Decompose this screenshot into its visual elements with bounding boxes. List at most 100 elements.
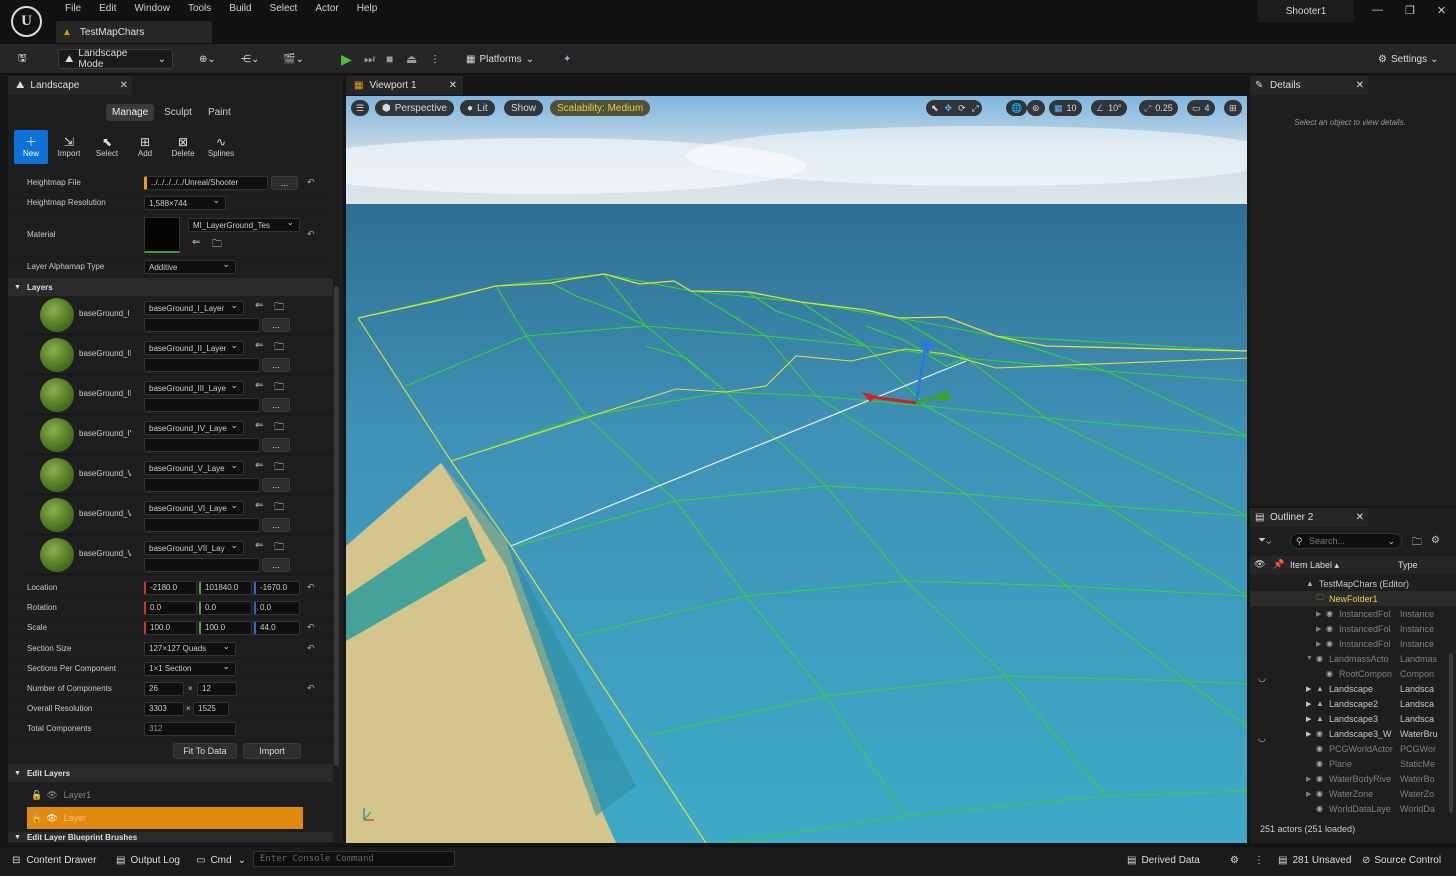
scale-x[interactable]: 100.0 (144, 620, 197, 635)
select-tool-button[interactable]: ⬉ Select (90, 130, 124, 164)
outliner-row[interactable]: ▶ ◉ InstancedFol Instance (1250, 636, 1456, 651)
viewport-menu-icon[interactable]: ☰ (351, 100, 369, 116)
stop-icon[interactable]: ■ (386, 49, 393, 69)
map-tab[interactable]: ▲ TestMapChars (56, 21, 212, 43)
layer-row[interactable]: baseGround_V baseGround_VI_Laye ⇐ 🗀... (22, 495, 333, 535)
outliner-tab[interactable]: ▤ Outliner 2 ✕ (1250, 508, 1368, 527)
layer-row[interactable]: baseGround_II baseGround_III_Laye ⇐ 🗀... (22, 375, 333, 415)
use-selected-icon[interactable]: ⇐ (255, 540, 263, 551)
angle-snap-button[interactable]: ∠ 10° (1091, 100, 1127, 116)
perspective-button[interactable]: ⬢ Perspective (375, 100, 454, 116)
unsaved-button[interactable]: ▤ 281 Unsaved (1278, 855, 1351, 866)
play-options-icon[interactable]: ⋮ (430, 49, 440, 69)
edit-layer-row[interactable]: 🔓 👁 Layer1 (27, 784, 303, 806)
visibility-icon[interactable]: 👁 (1254, 559, 1265, 570)
menu-tools[interactable]: Tools (179, 2, 220, 16)
add-tool-button[interactable]: ⊞ Add (128, 130, 162, 164)
layer-file-field[interactable] (144, 558, 260, 572)
blueprint-icon[interactable]: ⋲⌄ (241, 49, 259, 69)
close-icon[interactable]: ✕ (449, 80, 457, 91)
tab-manage[interactable]: Manage (106, 104, 155, 121)
source-control-button[interactable]: ⊘ Source Control (1362, 855, 1441, 866)
lit-button[interactable]: ● Lit (460, 100, 495, 116)
menu-help[interactable]: Help (348, 2, 387, 16)
browse-folder-icon[interactable]: 🗀 (274, 500, 284, 517)
use-selected-icon[interactable]: ⇐ (255, 460, 263, 471)
section-size-dropdown[interactable]: 127×127 Quads (144, 641, 236, 656)
layer-file-field[interactable] (144, 478, 260, 492)
play-icon[interactable]: ▶ (341, 49, 352, 69)
layer-file-field[interactable] (144, 398, 260, 412)
location-z[interactable]: -1670.0 (254, 580, 300, 595)
use-selected-icon[interactable]: ⇐ (255, 300, 263, 311)
outliner-row[interactable]: ▶ ▲ Landscape3 Landsca (1250, 711, 1456, 726)
scale-y[interactable]: 100.0 (199, 620, 252, 635)
tab-sculpt[interactable]: Sculpt (158, 104, 198, 121)
chevron-right-icon[interactable]: ▶ (1316, 640, 1321, 648)
outliner-row[interactable]: ▶ ◉ InstancedFol Instance (1250, 621, 1456, 636)
browse-button[interactable]: ... (262, 478, 290, 492)
lock-icon[interactable]: 🔓 (31, 790, 42, 801)
close-icon[interactable]: ✕ (1356, 80, 1364, 91)
chevron-right-icon[interactable]: ▶ (1306, 790, 1311, 798)
console-input[interactable]: Enter Console Command (253, 851, 455, 867)
level-viewport[interactable]: ☰ ⬢ Perspective ● Lit Show Scalability: … (346, 96, 1247, 843)
outliner-row[interactable]: ▶ ◉ InstancedFol Instance (1250, 606, 1456, 621)
layer-file-field[interactable] (144, 358, 260, 372)
outliner-row[interactable]: ▶ ◉ WaterBodyRive WaterBo (1250, 771, 1456, 786)
show-button[interactable]: Show (504, 100, 544, 116)
layer-row[interactable]: baseGround_IV baseGround_IV_Laye ⇐ 🗀... (22, 415, 333, 455)
type-column[interactable]: Type (1398, 560, 1418, 570)
grid-snap-button[interactable]: ▦ 10 (1049, 100, 1082, 116)
fit-to-data-button[interactable]: Fit To Data (173, 743, 237, 759)
derived-data-button[interactable]: ▤ Derived Data (1127, 855, 1200, 866)
menu-edit[interactable]: Edit (90, 2, 125, 16)
browse-folder-icon[interactable]: 🗀 (274, 340, 284, 357)
trace-icon[interactable]: ⚙ (1230, 855, 1239, 866)
outliner-row[interactable]: ◉ WorldDataLaye WorldDa (1250, 801, 1456, 816)
new-folder-icon[interactable]: 🗀 (1412, 535, 1422, 552)
chevron-right-icon[interactable]: ▶ (1306, 730, 1311, 738)
outliner-row[interactable]: ▼ ◉ LandmassActo Landmas (1250, 651, 1456, 666)
scrollbar[interactable] (1449, 653, 1453, 813)
ores-x[interactable]: 3303 (144, 701, 184, 716)
scrollbar[interactable] (334, 286, 339, 766)
tab-paint[interactable]: Paint (202, 104, 237, 121)
chevron-right-icon[interactable]: ▶ (1316, 625, 1321, 633)
ores-y[interactable]: 1525 (193, 701, 229, 716)
rotate-icon[interactable]: ⟳ (958, 103, 966, 114)
rotation-x[interactable]: 0.0 (144, 600, 197, 615)
cmd-dropdown[interactable]: ▭ Cmd ⌄ (196, 855, 246, 866)
item-label-column[interactable]: Item Label ▴ (1290, 560, 1339, 571)
layer-file-field[interactable] (144, 318, 260, 332)
pin-icon[interactable]: 📌 (1273, 559, 1284, 570)
reset-icon[interactable]: ↶ (307, 622, 315, 633)
use-selected-icon[interactable]: ⇐ (255, 380, 263, 391)
hidden-eye-icon[interactable]: ◡ (1258, 733, 1266, 744)
layer-row[interactable]: baseGround_V baseGround_VII_Lay ⇐ 🗀... (22, 535, 333, 575)
layer-row[interactable]: baseGround_V baseGround_V_Laye ⇐ 🗀... (22, 455, 333, 495)
alphamap-dropdown[interactable]: Additive (144, 260, 236, 274)
layer-file-field[interactable] (144, 518, 260, 532)
layer-info-dropdown[interactable]: baseGround_VII_Lay (144, 541, 244, 555)
reset-icon[interactable]: ↶ (307, 177, 315, 188)
translate-icon[interactable]: ✥ (945, 103, 953, 114)
platforms-dropdown[interactable]: ▦ Platforms ⌄ (466, 49, 534, 69)
layer-info-dropdown[interactable]: baseGround_V_Laye (144, 461, 244, 475)
layers-section-header[interactable]: ▼ Layers (8, 278, 333, 296)
modeling-tools-icon[interactable]: ✦ (563, 49, 571, 69)
use-selected-icon[interactable]: ⇐ (255, 420, 263, 431)
outliner-row[interactable]: ▶ ▲ Landscape Landsca (1250, 681, 1456, 696)
layer-info-dropdown[interactable]: baseGround_III_Laye (144, 381, 244, 395)
heightmap-resolution-dropdown[interactable]: 1,588×744 (144, 196, 226, 210)
save-icon[interactable]: 🖫 (18, 49, 27, 69)
browse-button[interactable]: ... (262, 558, 290, 572)
browse-folder-icon[interactable]: 🗀 (274, 460, 284, 477)
browse-button[interactable]: ... (262, 518, 290, 532)
outliner-row[interactable]: ▲ TestMapChars (Editor) (1250, 576, 1456, 591)
rotation-z[interactable]: 0.0 (254, 600, 300, 615)
menu-actor[interactable]: Actor (306, 2, 347, 16)
surface-snap-icon[interactable]: ⊛ (1027, 100, 1045, 116)
browse-folder-icon[interactable]: 🗀 (274, 420, 284, 437)
layer-row[interactable]: baseGround_I baseGround_I_Layer ⇐ 🗀... (22, 295, 333, 335)
